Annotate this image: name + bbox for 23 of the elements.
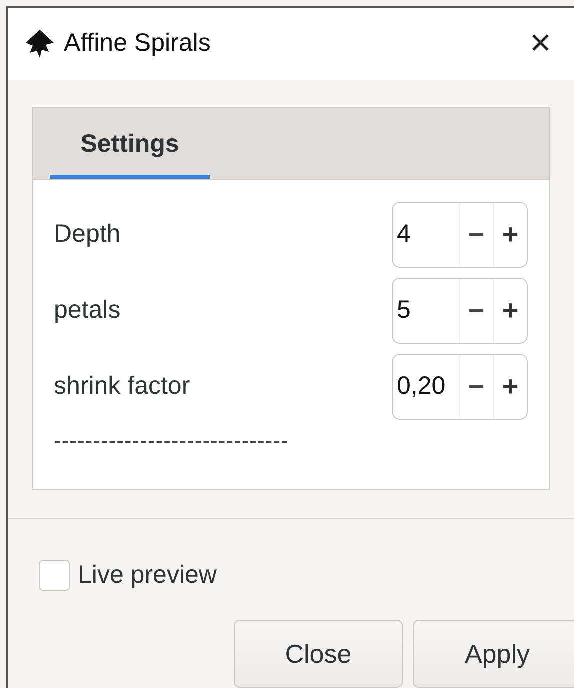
value-text: 5 xyxy=(396,295,412,326)
field-label: petals xyxy=(54,295,121,326)
decrement-button[interactable]: − xyxy=(459,278,493,343)
logo-icon xyxy=(24,28,56,60)
live-preview-label: Live preview xyxy=(78,560,217,590)
increment-button[interactable]: + xyxy=(493,354,527,419)
field-label: Depth xyxy=(54,219,121,250)
dialog-button[interactable]: Close xyxy=(234,620,403,688)
decrement-button[interactable]: − xyxy=(459,354,493,419)
increment-button[interactable]: + xyxy=(493,278,527,343)
increment-button[interactable]: + xyxy=(493,202,527,267)
field-label: shrink factor xyxy=(54,371,190,402)
close-button[interactable]: ✕ xyxy=(529,30,552,58)
value-text: 4 xyxy=(396,219,412,250)
dialog-button[interactable]: Apply xyxy=(413,620,574,688)
window-title: Affine Spirals xyxy=(64,28,211,60)
spin-field[interactable]: 0,20 − + xyxy=(392,354,528,420)
dashed-separator-text: ------------------------------ xyxy=(54,426,290,455)
value-text: 0,20 xyxy=(396,371,447,402)
live-preview-checkbox[interactable] xyxy=(39,560,70,591)
spin-field[interactable]: 5 − + xyxy=(392,278,528,344)
spin-field[interactable]: 4 − + xyxy=(392,202,528,268)
decrement-button[interactable]: − xyxy=(459,202,493,267)
